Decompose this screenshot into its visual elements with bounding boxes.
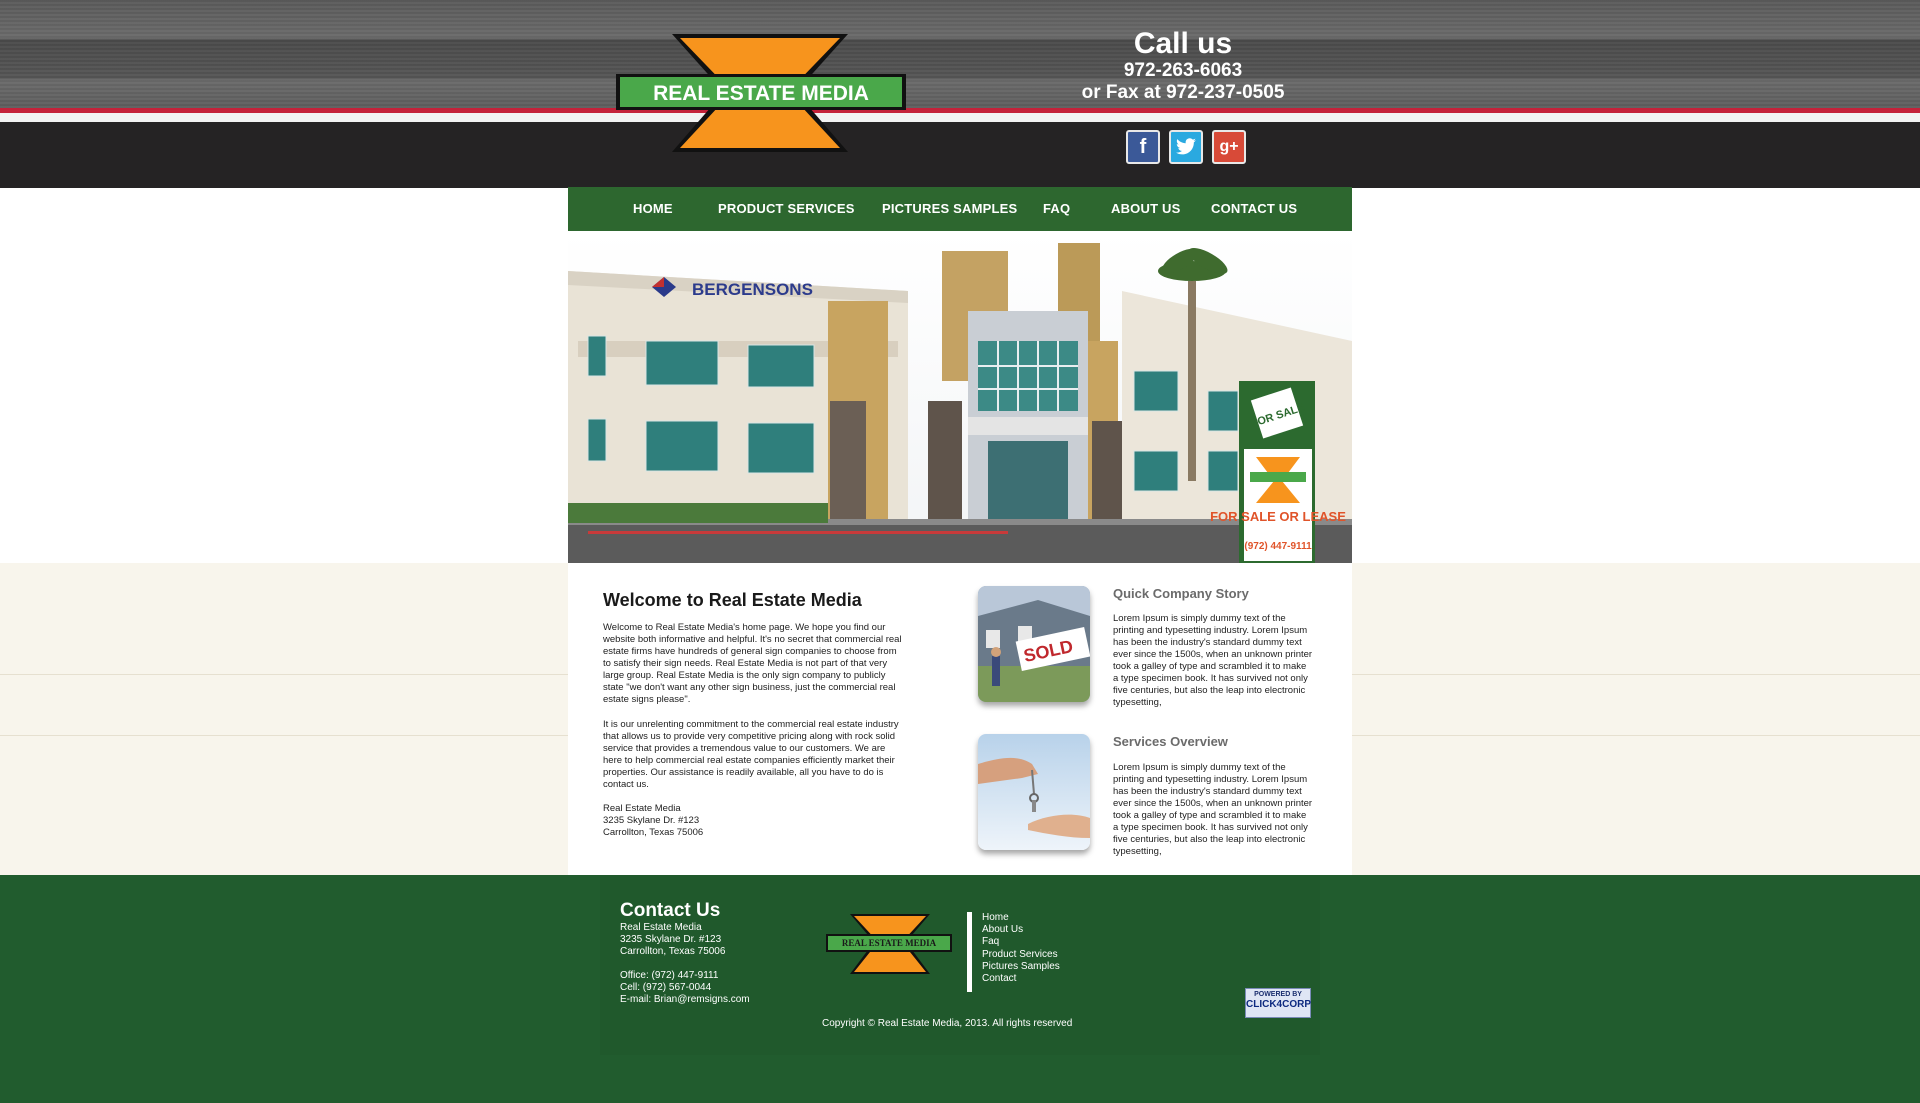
footer-address: Real Estate Media 3235 Skylane Dr. #123 …	[620, 922, 725, 958]
call-us-title: Call us	[1133, 27, 1233, 60]
story-text: Lorem Ipsum is simply dummy text of the …	[1113, 613, 1313, 708]
footer-address-line: Real Estate Media	[620, 922, 702, 933]
footer-divider	[967, 912, 972, 992]
footer-logo-text: REAL ESTATE MEDIA	[842, 938, 937, 948]
footer-link-home[interactable]: Home	[982, 912, 1060, 924]
footer-address-line: Carrollton, Texas 75006	[620, 946, 726, 957]
header-white-stripe	[0, 113, 1920, 122]
sign-phone-text: (972) 447-9111	[1244, 541, 1312, 552]
address-line: Carrollton, Texas 75006	[603, 827, 704, 838]
footer-office-phone[interactable]: Office: (972) 447-9111	[620, 970, 750, 982]
nav-item-product-services[interactable]: PRODUCT SERVICES	[718, 201, 855, 216]
footer-contact-details: Office: (972) 447-9111 Cell: (972) 567-0…	[620, 970, 750, 1006]
nav-item-contact-us[interactable]: CONTACT US	[1211, 201, 1297, 216]
footer-link-pictures-samples[interactable]: Pictures Samples	[982, 961, 1060, 973]
header-dark-bar	[0, 122, 1920, 188]
call-us-fax: or Fax at 972-237-0505	[1081, 82, 1285, 103]
footer-link-product-services[interactable]: Product Services	[982, 949, 1060, 961]
powered-by-brand: CLICK4CORP	[1246, 999, 1312, 1010]
twitter-icon[interactable]	[1169, 130, 1203, 164]
welcome-paragraph-1: Welcome to Real Estate Media's home page…	[603, 622, 902, 705]
address-line: Real Estate Media	[603, 803, 681, 814]
header-background	[0, 0, 1920, 116]
footer-logo[interactable]: REAL ESTATE MEDIA	[826, 912, 952, 976]
footer-link-about-us[interactable]: About Us	[982, 924, 1060, 936]
powered-by-label: POWERED BY	[1254, 991, 1302, 998]
facebook-icon[interactable]: f	[1126, 130, 1160, 164]
call-us-block: Call us 972-263-6063 or Fax at 972-237-0…	[1040, 28, 1326, 104]
footer-email[interactable]: E-mail: Brian@remsigns.com	[620, 994, 750, 1006]
for-sale-or-lease-text: FOR SALE OR LEASE	[1210, 509, 1346, 524]
office-building-photo: BERGENSONS FOR SALE FOR SALE OR LEASE (9…	[568, 231, 1352, 563]
nav-item-pictures-samples[interactable]: PICTURES SAMPLES	[882, 201, 1017, 216]
services-title: Services Overview	[1113, 734, 1228, 749]
nav-item-home[interactable]: HOME	[633, 201, 673, 216]
building-sign-text: BERGENSONS	[692, 280, 813, 299]
welcome-address: Real Estate Media 3235 Skylane Dr. #123 …	[603, 803, 703, 839]
google-plus-icon[interactable]: g+	[1212, 130, 1246, 164]
powered-by-badge[interactable]: POWERED BY CLICK4CORP	[1245, 988, 1311, 1018]
site-logo[interactable]: REAL ESTATE MEDIA	[616, 30, 906, 170]
logo-text: REAL ESTATE MEDIA	[653, 82, 869, 105]
footer-link-faq[interactable]: Faq	[982, 936, 1060, 948]
main-nav: HOME PRODUCT SERVICES PICTURES SAMPLES F…	[568, 187, 1352, 231]
story-thumbnail[interactable]: SOLD	[978, 586, 1090, 702]
footer-address-line: 3235 Skylane Dr. #123	[620, 934, 722, 945]
hero-image: BERGENSONS FOR SALE FOR SALE OR LEASE (9…	[568, 231, 1352, 563]
nav-item-about-us[interactable]: ABOUT US	[1111, 201, 1181, 216]
address-line: 3235 Skylane Dr. #123	[603, 815, 700, 826]
footer-copyright: Copyright © Real Estate Media, 2013. All…	[822, 1018, 1073, 1029]
story-title: Quick Company Story	[1113, 586, 1249, 601]
nav-item-faq[interactable]: FAQ	[1043, 201, 1070, 216]
services-text: Lorem Ipsum is simply dummy text of the …	[1113, 762, 1313, 857]
welcome-title: Welcome to Real Estate Media	[603, 590, 862, 610]
footer-link-contact[interactable]: Contact	[982, 973, 1060, 985]
footer-contact-title: Contact Us	[620, 900, 721, 921]
footer-links: Home About Us Faq Product Services Pictu…	[982, 912, 1060, 985]
footer-cell-phone[interactable]: Cell: (972) 567-0044	[620, 982, 750, 994]
welcome-paragraph-2: It is our unrelenting commitment to the …	[603, 719, 899, 790]
services-thumbnail[interactable]	[978, 734, 1090, 850]
call-us-phone[interactable]: 972-263-6063	[1040, 60, 1326, 82]
